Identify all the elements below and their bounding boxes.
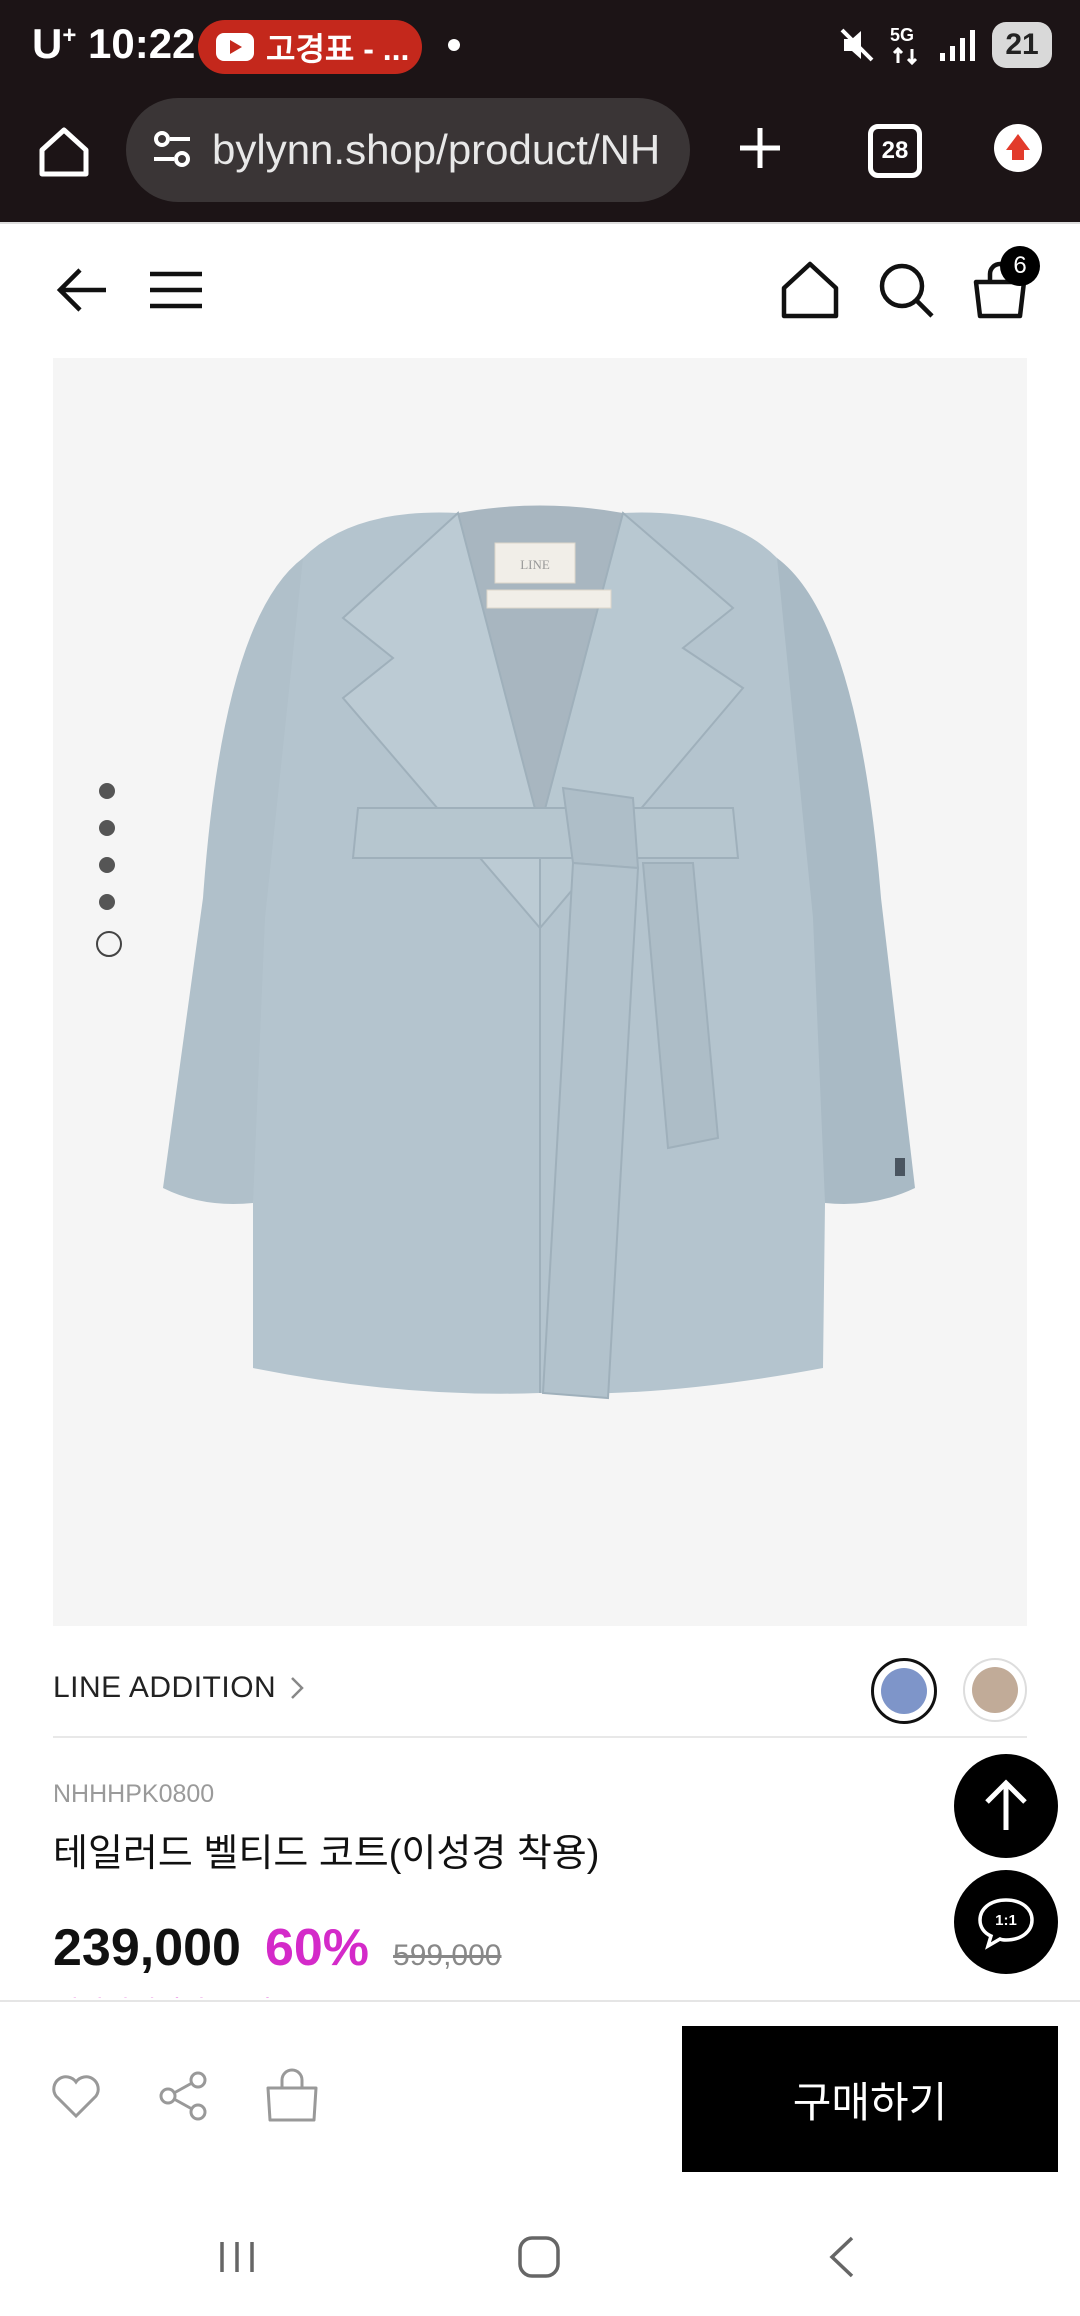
youtube-icon <box>216 33 254 61</box>
product-image-carousel[interactable]: LINE <box>53 358 1027 1626</box>
carousel-dot-active[interactable] <box>96 931 122 957</box>
chat-bubble-icon: 1:1 <box>978 1898 1034 1950</box>
svg-text:1:1: 1:1 <box>995 1912 1017 1929</box>
svg-text:LINE: LINE <box>520 557 550 572</box>
clock: 10:22 <box>88 20 196 67</box>
home-icon[interactable] <box>34 122 94 182</box>
price-row: 239,000 60% 599,000 <box>53 1918 502 1978</box>
bottom-action-bar: 구매하기 <box>0 2000 1080 2198</box>
tab-switcher-button[interactable]: 28 <box>868 124 922 178</box>
sale-countdown: 패밀리세일가 01일 10:27:40 <box>53 1990 389 1998</box>
search-icon[interactable] <box>876 260 936 320</box>
product-title: 테일러드 벨티드 코트(이성경 착용) <box>53 1833 600 1875</box>
menu-icon[interactable] <box>146 260 206 320</box>
original-price: 599,000 <box>393 1939 502 1972</box>
coat-image: LINE <box>163 505 915 1400</box>
cart-icon[interactable] <box>264 2068 320 2124</box>
brand-link[interactable]: LINE ADDITION <box>53 1671 276 1705</box>
home-icon[interactable] <box>780 260 840 320</box>
back-icon[interactable] <box>818 2232 868 2282</box>
chat-button[interactable]: 1:1 <box>954 1870 1058 1974</box>
upload-extension-icon[interactable] <box>994 124 1042 172</box>
share-icon[interactable] <box>156 2068 212 2124</box>
mute-icon <box>840 28 874 62</box>
brand-row: LINE ADDITION <box>53 1640 1027 1738</box>
cart-count-badge: 6 <box>1000 246 1040 286</box>
heart-icon[interactable] <box>48 2068 104 2124</box>
discount-rate: 60% <box>264 1919 370 1977</box>
signal-icon <box>940 30 975 61</box>
notification-dot <box>448 39 460 51</box>
system-navigation-bar <box>0 2196 1080 2316</box>
svg-text:5G: 5G <box>890 25 914 45</box>
recent-apps-icon[interactable] <box>212 2232 262 2282</box>
product-sku: NHHHPK0800 <box>53 1780 215 1808</box>
site-header: 6 <box>0 222 1080 358</box>
battery-indicator: 21 <box>992 22 1052 68</box>
sale-price: 239,000 <box>53 1919 241 1977</box>
color-swatch-beige[interactable] <box>963 1658 1027 1722</box>
carousel-dot[interactable] <box>99 820 115 836</box>
color-options <box>871 1658 1027 1724</box>
chevron-right-icon[interactable] <box>288 1674 306 1702</box>
back-arrow-icon[interactable] <box>52 260 112 320</box>
home-button-icon[interactable] <box>514 2232 564 2282</box>
site-settings-icon[interactable] <box>148 125 198 175</box>
notification-text: 고경표 - ... <box>266 31 410 67</box>
address-bar[interactable]: bylynn.shop/product/NH <box>126 98 690 202</box>
browser-toolbar: bylynn.shop/product/NH 28 <box>0 94 1080 222</box>
network-5g-icon: 5G <box>890 25 918 66</box>
buy-button[interactable]: 구매하기 <box>682 2026 1058 2172</box>
status-bar: U+ 10:22 고경표 - ... 5G 21 <box>0 0 1080 94</box>
carrier-label: U+ <box>32 20 77 67</box>
scroll-top-button[interactable] <box>954 1754 1058 1858</box>
arrow-up-icon <box>985 1779 1027 1830</box>
media-notification-pill[interactable]: 고경표 - ... <box>198 20 422 74</box>
carousel-dot[interactable] <box>99 857 115 873</box>
carousel-dot[interactable] <box>99 894 115 910</box>
new-tab-icon[interactable] <box>732 120 788 176</box>
color-swatch-blue[interactable] <box>871 1658 937 1724</box>
carousel-dot[interactable] <box>99 783 115 799</box>
url-text: bylynn.shop/product/NH <box>212 126 661 173</box>
carousel-indicator <box>96 783 122 978</box>
